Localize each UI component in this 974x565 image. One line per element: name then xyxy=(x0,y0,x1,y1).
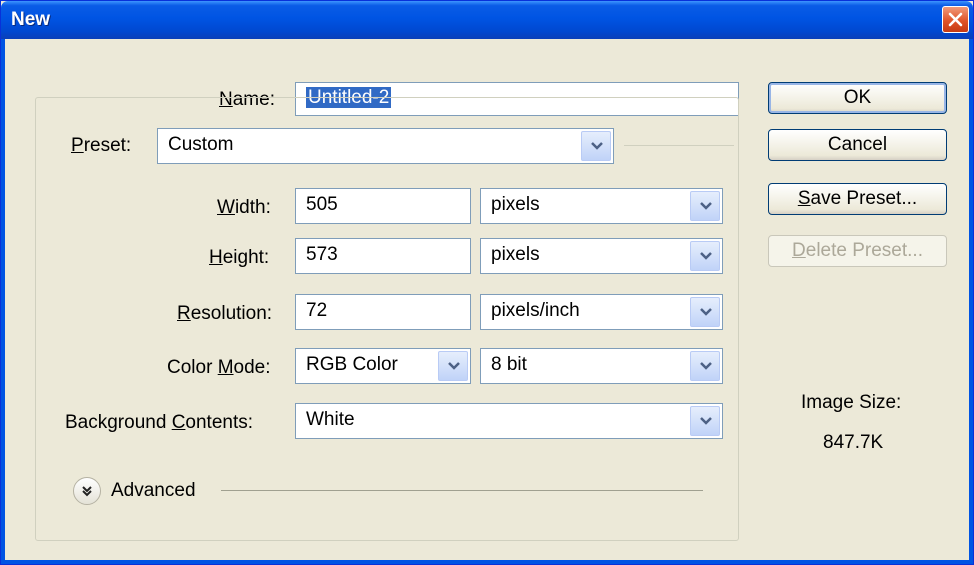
bit-depth-select[interactable]: 8 bit xyxy=(480,348,723,384)
height-unit-dropdown-button[interactable] xyxy=(690,241,720,271)
title-bar[interactable]: New xyxy=(1,1,973,39)
cancel-button[interactable]: Cancel xyxy=(768,129,947,161)
resolution-label: Resolution: xyxy=(177,303,273,324)
chevron-down-icon xyxy=(700,252,712,260)
double-chevron-down-icon xyxy=(82,486,92,497)
resolution-unit-dropdown-button[interactable] xyxy=(690,297,720,327)
advanced-toggle-button[interactable] xyxy=(73,477,101,505)
groupbox-top-line xyxy=(624,145,734,146)
image-size-label: Image Size: xyxy=(801,392,902,413)
chevron-down-icon xyxy=(700,308,712,316)
new-document-dialog: New Name: Untitled-2 Preset: Custom Widt… xyxy=(0,0,974,565)
color-mode-label: Color Mode: xyxy=(167,357,271,378)
chevron-down-icon xyxy=(591,142,603,150)
chevron-down-icon xyxy=(700,202,712,210)
color-mode-value: RGB Color xyxy=(306,354,398,375)
width-input[interactable]: 505 xyxy=(295,188,471,224)
preset-value: Custom xyxy=(168,134,234,155)
advanced-label[interactable]: Advanced xyxy=(111,480,196,502)
height-unit-select[interactable]: pixels xyxy=(480,238,723,274)
ok-button[interactable]: OK xyxy=(768,82,947,114)
save-preset-button[interactable]: Save Preset... xyxy=(768,183,947,215)
height-unit-value: pixels xyxy=(491,244,540,265)
color-mode-dropdown-button[interactable] xyxy=(438,351,468,381)
close-icon xyxy=(948,12,963,27)
resolution-unit-value: pixels/inch xyxy=(491,300,580,321)
resolution-input[interactable]: 72 xyxy=(295,294,471,330)
preset-dropdown-button[interactable] xyxy=(581,131,611,161)
chevron-down-icon xyxy=(448,362,460,370)
delete-preset-button: Delete Preset... xyxy=(768,235,947,267)
preset-label: Preset: xyxy=(69,135,134,157)
resolution-value: 72 xyxy=(306,300,328,321)
background-contents-select[interactable]: White xyxy=(295,403,723,439)
height-label: Height: xyxy=(209,247,270,268)
width-value: 505 xyxy=(306,194,338,215)
window-title: New xyxy=(11,9,51,30)
color-mode-select[interactable]: RGB Color xyxy=(295,348,471,384)
resolution-unit-select[interactable]: pixels/inch xyxy=(480,294,723,330)
close-button[interactable] xyxy=(942,6,969,33)
advanced-separator xyxy=(221,490,703,491)
bit-depth-dropdown-button[interactable] xyxy=(690,351,720,381)
background-contents-dropdown-button[interactable] xyxy=(690,406,720,436)
background-contents-value: White xyxy=(306,409,355,430)
width-unit-select[interactable]: pixels xyxy=(480,188,723,224)
image-size-value: 847.7K xyxy=(823,432,884,453)
chevron-down-icon xyxy=(700,362,712,370)
height-input[interactable]: 573 xyxy=(295,238,471,274)
height-value: 573 xyxy=(306,244,338,265)
background-contents-label: Background Contents: xyxy=(65,412,254,433)
bit-depth-value: 8 bit xyxy=(491,354,527,375)
width-unit-value: pixels xyxy=(491,194,540,215)
width-label: Width: xyxy=(217,197,271,218)
chevron-down-icon xyxy=(700,417,712,425)
preset-select[interactable]: Custom xyxy=(157,128,614,164)
width-unit-dropdown-button[interactable] xyxy=(690,191,720,221)
